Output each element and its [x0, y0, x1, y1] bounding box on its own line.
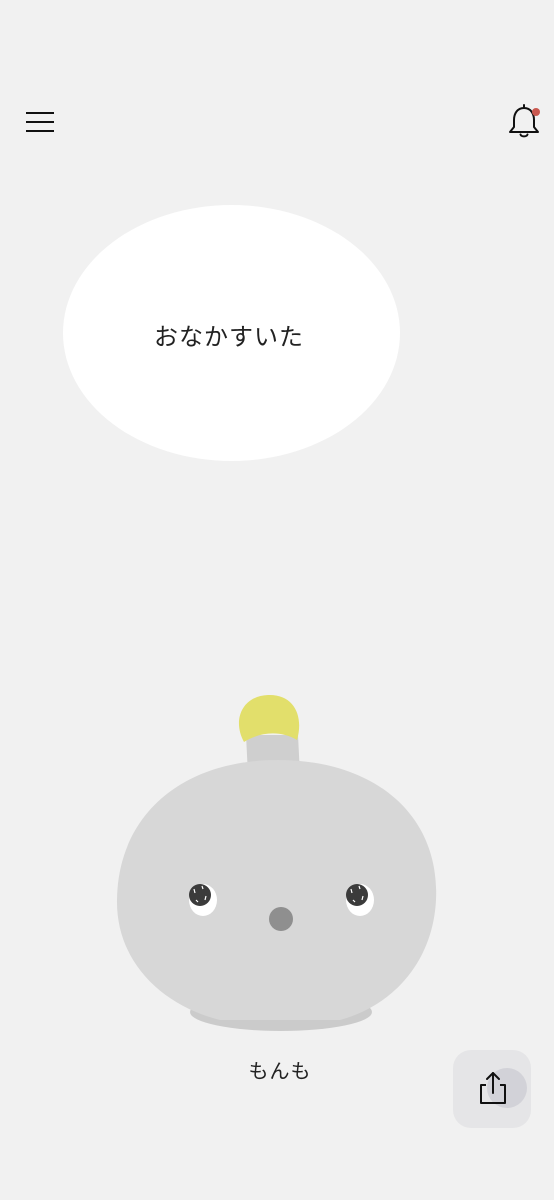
menu-icon-bar-bottom	[26, 130, 54, 132]
menu-icon-bar-middle	[26, 121, 54, 123]
notification-button[interactable]	[504, 102, 544, 142]
character-nose	[269, 907, 293, 931]
character-left-eye	[189, 884, 217, 916]
character-illustration	[116, 694, 437, 1031]
menu-button[interactable]	[22, 104, 60, 140]
menu-icon-bar-top	[26, 112, 54, 114]
character-sprout-top	[238, 694, 300, 742]
character[interactable]	[110, 690, 445, 1040]
share-icon	[480, 1072, 506, 1104]
character-right-eye	[346, 884, 374, 916]
speech-text: おなかすいた	[154, 322, 304, 351]
character-body	[116, 760, 437, 1020]
character-name: もんも	[248, 1059, 312, 1083]
notification-dot	[532, 108, 540, 116]
share-button[interactable]	[453, 1050, 531, 1128]
speech-bubble: おなかすいた	[63, 205, 400, 461]
